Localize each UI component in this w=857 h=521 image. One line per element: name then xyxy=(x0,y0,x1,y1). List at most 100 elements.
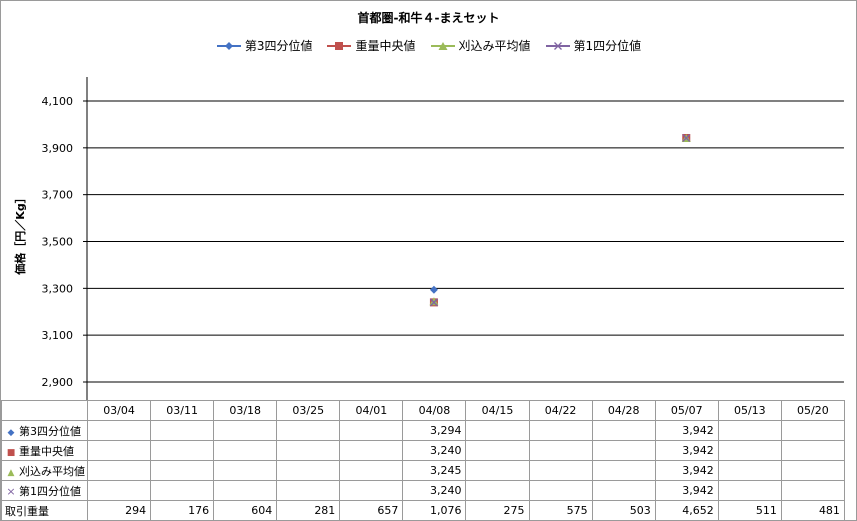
data-value-cell xyxy=(213,420,278,441)
data-value-cell xyxy=(528,420,593,441)
x-category-label: 04/22 xyxy=(528,400,593,421)
data-value-cell: 3,245 xyxy=(402,460,467,481)
data-value-cell xyxy=(780,460,845,481)
table-row: ▲ 刈込み平均値 3,245 3,942 xyxy=(1,460,845,481)
volume-value-cell: 281 xyxy=(276,500,341,521)
volume-value-cell: 575 xyxy=(528,500,593,521)
series-row-name: 重量中央値 xyxy=(19,444,74,458)
data-value-cell xyxy=(339,460,404,481)
data-value-cell xyxy=(465,480,530,501)
data-value-cell xyxy=(528,480,593,501)
series-row-label: ◆ 第3四分位値 xyxy=(1,420,88,441)
series-row-name: 第1四分位値 xyxy=(19,484,81,498)
data-value-cell xyxy=(276,420,341,441)
data-value-cell xyxy=(150,480,215,501)
data-value-cell xyxy=(339,480,404,501)
data-value-cell xyxy=(591,480,656,501)
plot-area: 2,900 3,100 3,300 3,500 3,700 3,900 4,100 価格［円／… xyxy=(13,77,844,401)
data-value-cell xyxy=(213,480,278,501)
data-table: 03/04 03/11 03/18 03/25 04/01 04/08 04/15 04/22… xyxy=(1,400,845,521)
data-value-cell xyxy=(465,420,530,441)
volume-value-cell: 4,652 xyxy=(654,500,719,521)
data-value-cell xyxy=(465,440,530,461)
volume-value-cell: 604 xyxy=(213,500,278,521)
volume-value-cell: 511 xyxy=(717,500,782,521)
data-value-cell: 3,942 xyxy=(654,460,719,481)
data-value-cell xyxy=(339,440,404,461)
data-value-cell: 3,942 xyxy=(654,420,719,441)
table-row: ■ 重量中央値 3,240 3,942 xyxy=(1,440,845,461)
y-tick-label: 4,100 xyxy=(42,95,74,108)
series-row-marker-icon: ▲ xyxy=(7,467,15,478)
y-tick-label: 3,300 xyxy=(42,282,74,295)
x-category-label: 04/15 xyxy=(465,400,530,421)
y-axis-label: 価格［円／Kg］ xyxy=(13,192,27,275)
data-value-cell xyxy=(150,460,215,481)
x-category-label: 04/28 xyxy=(591,400,656,421)
x-category-label: 03/18 xyxy=(213,400,278,421)
data-value-cell xyxy=(213,460,278,481)
chart-frame: 首都圏-和牛４-まえセット 第3四分位値 重量中央値 刈込み平均値 第1四分位値 2,… xyxy=(0,0,857,521)
data-value-cell xyxy=(528,460,593,481)
volume-value-cell: 481 xyxy=(780,500,845,521)
series-row-marker-icon: ◆ xyxy=(7,427,15,438)
y-tick-label: 3,500 xyxy=(42,236,74,249)
data-value-cell xyxy=(86,480,152,501)
series-row-label: × 第1四分位値 xyxy=(1,480,88,501)
data-value-cell: 3,942 xyxy=(654,480,719,501)
data-value-cell xyxy=(717,460,782,481)
volume-value-cell: 176 xyxy=(150,500,215,521)
data-value-cell xyxy=(717,440,782,461)
data-value-cell xyxy=(780,420,845,441)
x-category-label: 03/04 xyxy=(86,400,152,421)
x-category-label: 03/25 xyxy=(276,400,341,421)
series-row-marker-icon: × xyxy=(6,484,16,498)
table-row: ◆ 第3四分位値 3,294 3,942 xyxy=(1,420,845,441)
data-value-cell xyxy=(213,440,278,461)
volume-value-cell: 657 xyxy=(339,500,404,521)
data-point-0-5 xyxy=(429,285,438,294)
x-category-label: 05/13 xyxy=(717,400,782,421)
table-row: × 第1四分位値 3,240 3,942 xyxy=(1,480,845,501)
data-value-cell xyxy=(591,420,656,441)
data-value-cell: 3,294 xyxy=(402,420,467,441)
data-value-cell xyxy=(150,420,215,441)
series-row-label: ▲ 刈込み平均値 xyxy=(1,460,88,481)
table-header-row: 03/04 03/11 03/18 03/25 04/01 04/08 04/15 04/22… xyxy=(1,400,845,421)
x-category-label: 04/01 xyxy=(339,400,404,421)
x-category-label: 05/07 xyxy=(654,400,719,421)
data-value-cell xyxy=(465,460,530,481)
volume-value-cell: 275 xyxy=(465,500,530,521)
volume-value-cell: 1,076 xyxy=(402,500,467,521)
data-value-cell xyxy=(591,460,656,481)
x-category-label: 05/20 xyxy=(780,400,845,421)
data-value-cell xyxy=(150,440,215,461)
y-tick-label: 3,900 xyxy=(42,142,74,155)
data-value-cell xyxy=(528,440,593,461)
volume-value-cell: 503 xyxy=(591,500,656,521)
data-value-cell: 3,240 xyxy=(402,480,467,501)
data-value-cell xyxy=(717,420,782,441)
table-row: 取引重量 294 176 604 281 657 1,076 275 575 503 4,652 51… xyxy=(1,500,845,521)
y-tick-label: 3,100 xyxy=(42,329,74,342)
data-value-cell xyxy=(276,480,341,501)
data-value-cell xyxy=(591,440,656,461)
y-tick-label: 2,900 xyxy=(42,376,74,389)
data-value-cell xyxy=(780,480,845,501)
series-row-marker-icon: ■ xyxy=(6,447,16,458)
data-value-cell xyxy=(86,460,152,481)
table-corner-cell xyxy=(1,400,88,421)
y-tick-label: 3,700 xyxy=(42,189,74,202)
data-value-cell xyxy=(276,460,341,481)
data-value-cell: 3,942 xyxy=(654,440,719,461)
series-row-name: 第3四分位値 xyxy=(19,424,81,438)
data-value-cell: 3,240 xyxy=(402,440,467,461)
x-category-label: 03/11 xyxy=(150,400,215,421)
data-value-cell xyxy=(86,420,152,441)
data-value-cell xyxy=(276,440,341,461)
volume-value-cell: 294 xyxy=(86,500,152,521)
data-value-cell xyxy=(339,420,404,441)
series-row-label: ■ 重量中央値 xyxy=(1,440,88,461)
data-value-cell xyxy=(780,440,845,461)
x-category-label: 04/08 xyxy=(402,400,467,421)
